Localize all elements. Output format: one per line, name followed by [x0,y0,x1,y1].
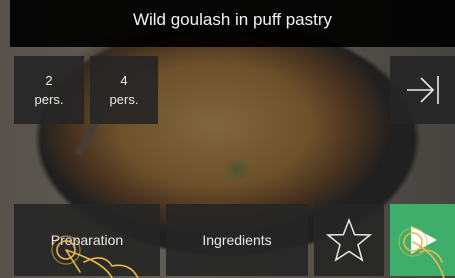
ingredients-button[interactable]: Ingredients [166,204,308,276]
preparation-label: Preparation [50,232,124,248]
recipe-title: Wild goulash in puff pastry [132,9,333,29]
servings-number: 4 [120,73,128,88]
cooking-app-screen: Wild goulash in puff pastry 2 pers. 4 pe… [0,0,455,278]
next-step-button[interactable] [390,56,455,124]
servings-unit: pers. [109,92,139,107]
favorite-button[interactable] [314,204,384,276]
star-icon [326,218,372,262]
skip-forward-icon [406,76,439,104]
recipe-title-bar: Wild goulash in puff pastry [10,0,455,47]
play-icon [410,226,437,254]
servings-unit: pers. [34,92,64,107]
ingredients-label: Ingredients [202,232,272,248]
start-cooking-button[interactable] [390,204,455,276]
servings-4-button[interactable]: 4 pers. [90,56,158,124]
servings-number: 2 [45,73,53,88]
servings-2-button[interactable]: 2 pers. [14,56,84,124]
preparation-button[interactable]: Preparation [14,204,160,276]
